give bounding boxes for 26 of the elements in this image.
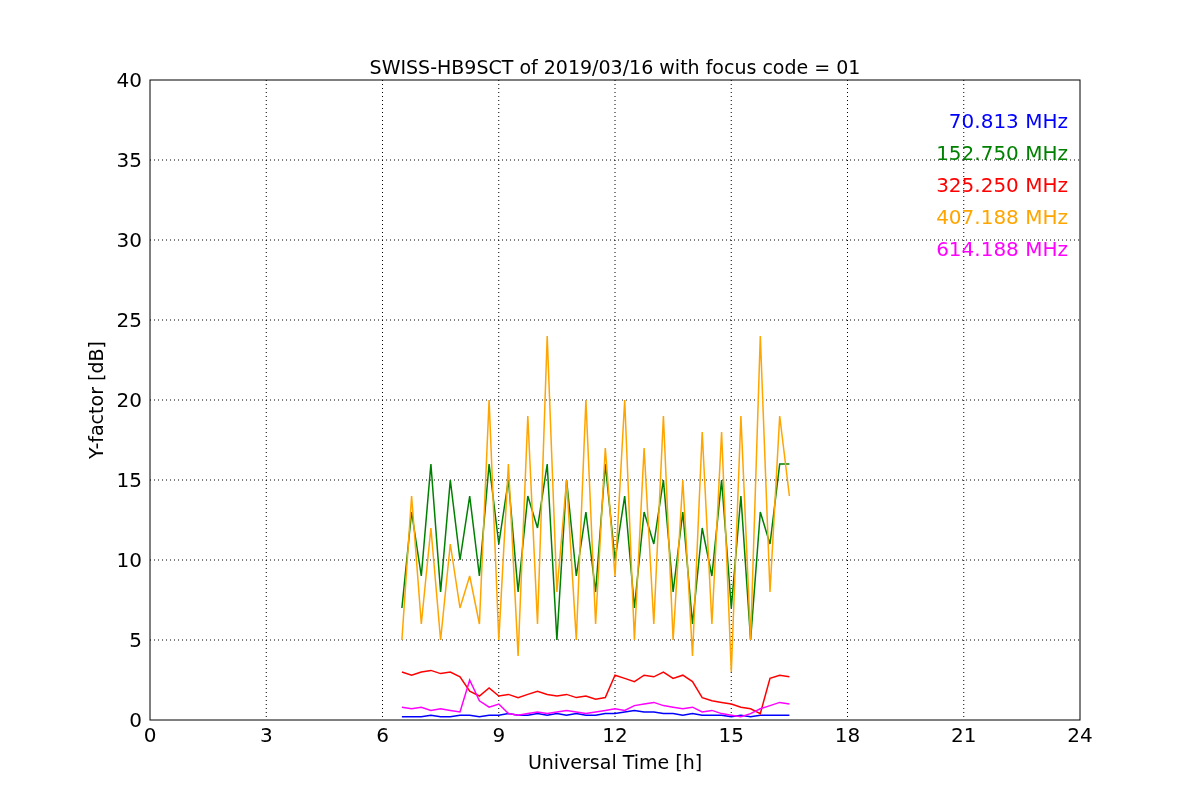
tick-label: 10: [116, 548, 142, 572]
legend-label: 325.250 MHz: [936, 173, 1068, 197]
legend-label: 614.188 MHz: [936, 237, 1068, 261]
legend-label: 152.750 MHz: [936, 141, 1068, 165]
tick-label: 18: [834, 723, 861, 747]
tick-label: 12: [602, 723, 628, 747]
tick-label: 30: [116, 228, 142, 252]
axis-label: Y-factor [dB]: [85, 341, 107, 459]
axis-label: Universal Time [h]: [527, 751, 703, 773]
legend-label: 70.813 MHz: [948, 109, 1068, 133]
tick-label: 25: [116, 308, 142, 332]
tick-label: 0: [143, 723, 157, 747]
tick-label: 15: [718, 723, 744, 747]
tick-label: 20: [116, 388, 142, 412]
tick-label: 24: [1067, 723, 1093, 747]
legend-label: 407.188 MHz: [936, 205, 1068, 229]
tick-label: 15: [116, 468, 142, 492]
tick-label: 5: [129, 628, 142, 652]
tick-label: 21: [951, 723, 977, 747]
tick-label: 3: [259, 723, 273, 747]
chart-title: SWISS-HB9SCT of 2019/03/16 with focus code = 01: [369, 56, 861, 78]
tick-label: 40: [116, 68, 142, 92]
tick-label: 6: [376, 723, 389, 747]
tick-label: 9: [492, 723, 506, 747]
tick-label: 0: [129, 708, 142, 732]
tick-label: 35: [116, 148, 142, 172]
